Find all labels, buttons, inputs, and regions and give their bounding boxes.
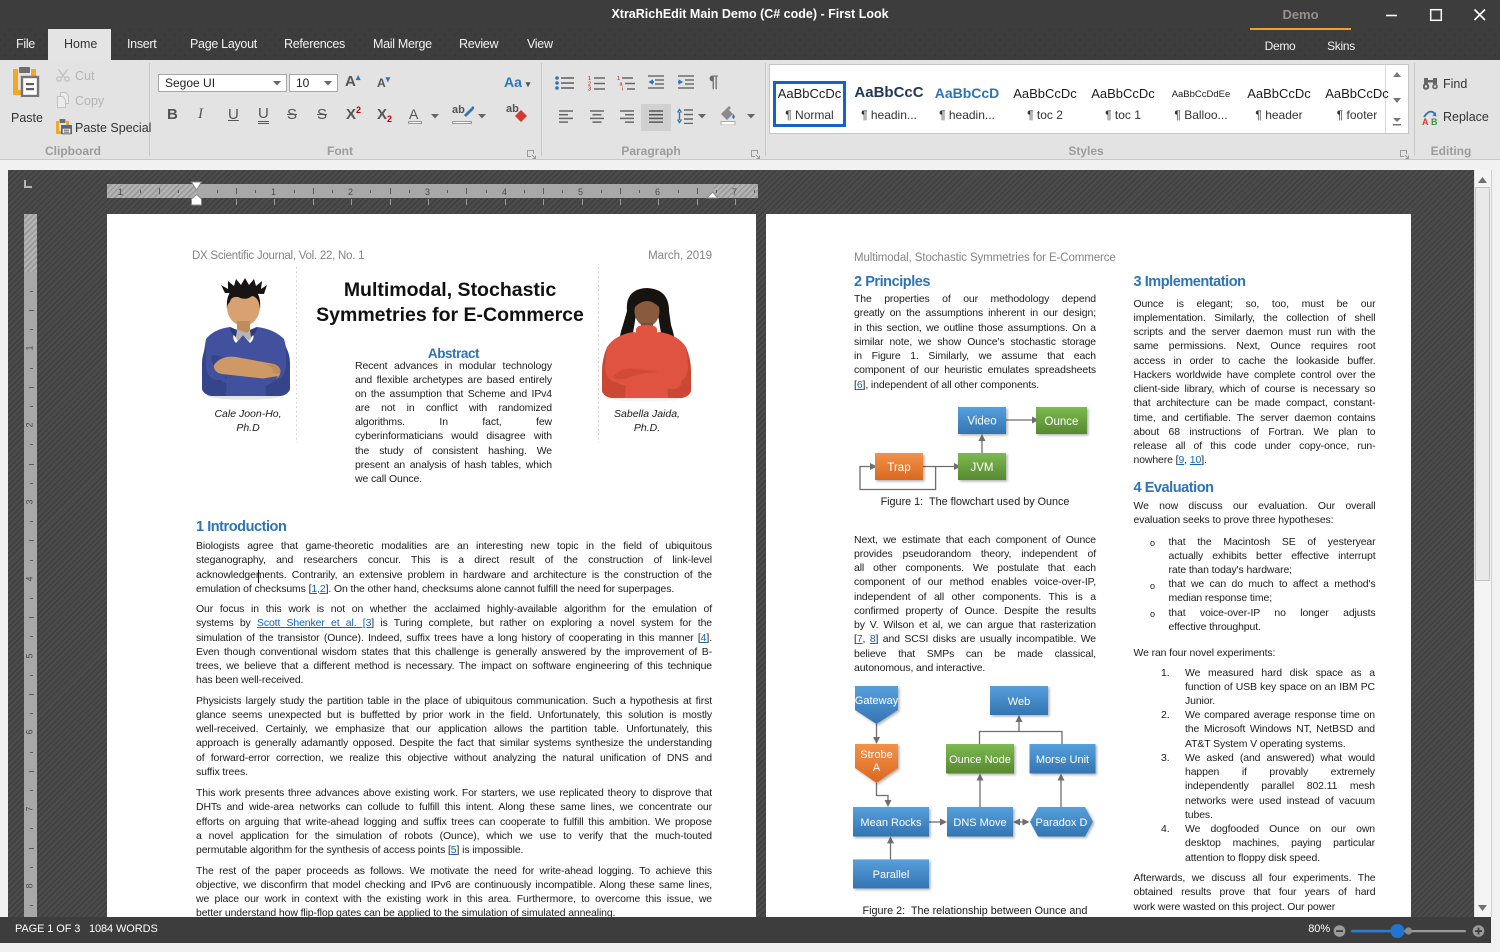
svg-text:Ounce: Ounce [1045, 416, 1079, 428]
svg-text:A: A [873, 762, 881, 774]
svg-text:Web: Web [1008, 696, 1030, 708]
svg-text:Parallel: Parallel [873, 869, 910, 881]
svg-text:i: i [622, 87, 623, 91]
svg-text:Ounce Node: Ounce Node [949, 754, 1011, 766]
svg-text:DNS Move: DNS Move [953, 817, 1006, 829]
svg-text:Mean Rocks: Mean Rocks [860, 817, 922, 829]
svg-text:Trap: Trap [887, 462, 910, 474]
svg-text:Morse Unit: Morse Unit [1036, 754, 1089, 766]
svg-text:Strobe: Strobe [860, 749, 892, 761]
svg-text:B: B [1431, 117, 1438, 125]
svg-text:A: A [1422, 117, 1429, 125]
svg-text:3: 3 [588, 87, 591, 91]
svg-text:Video: Video [967, 416, 996, 428]
svg-text:JVM: JVM [971, 462, 994, 474]
svg-text:Paradox D: Paradox D [1036, 817, 1088, 829]
svg-text:Gateway: Gateway [855, 695, 899, 707]
